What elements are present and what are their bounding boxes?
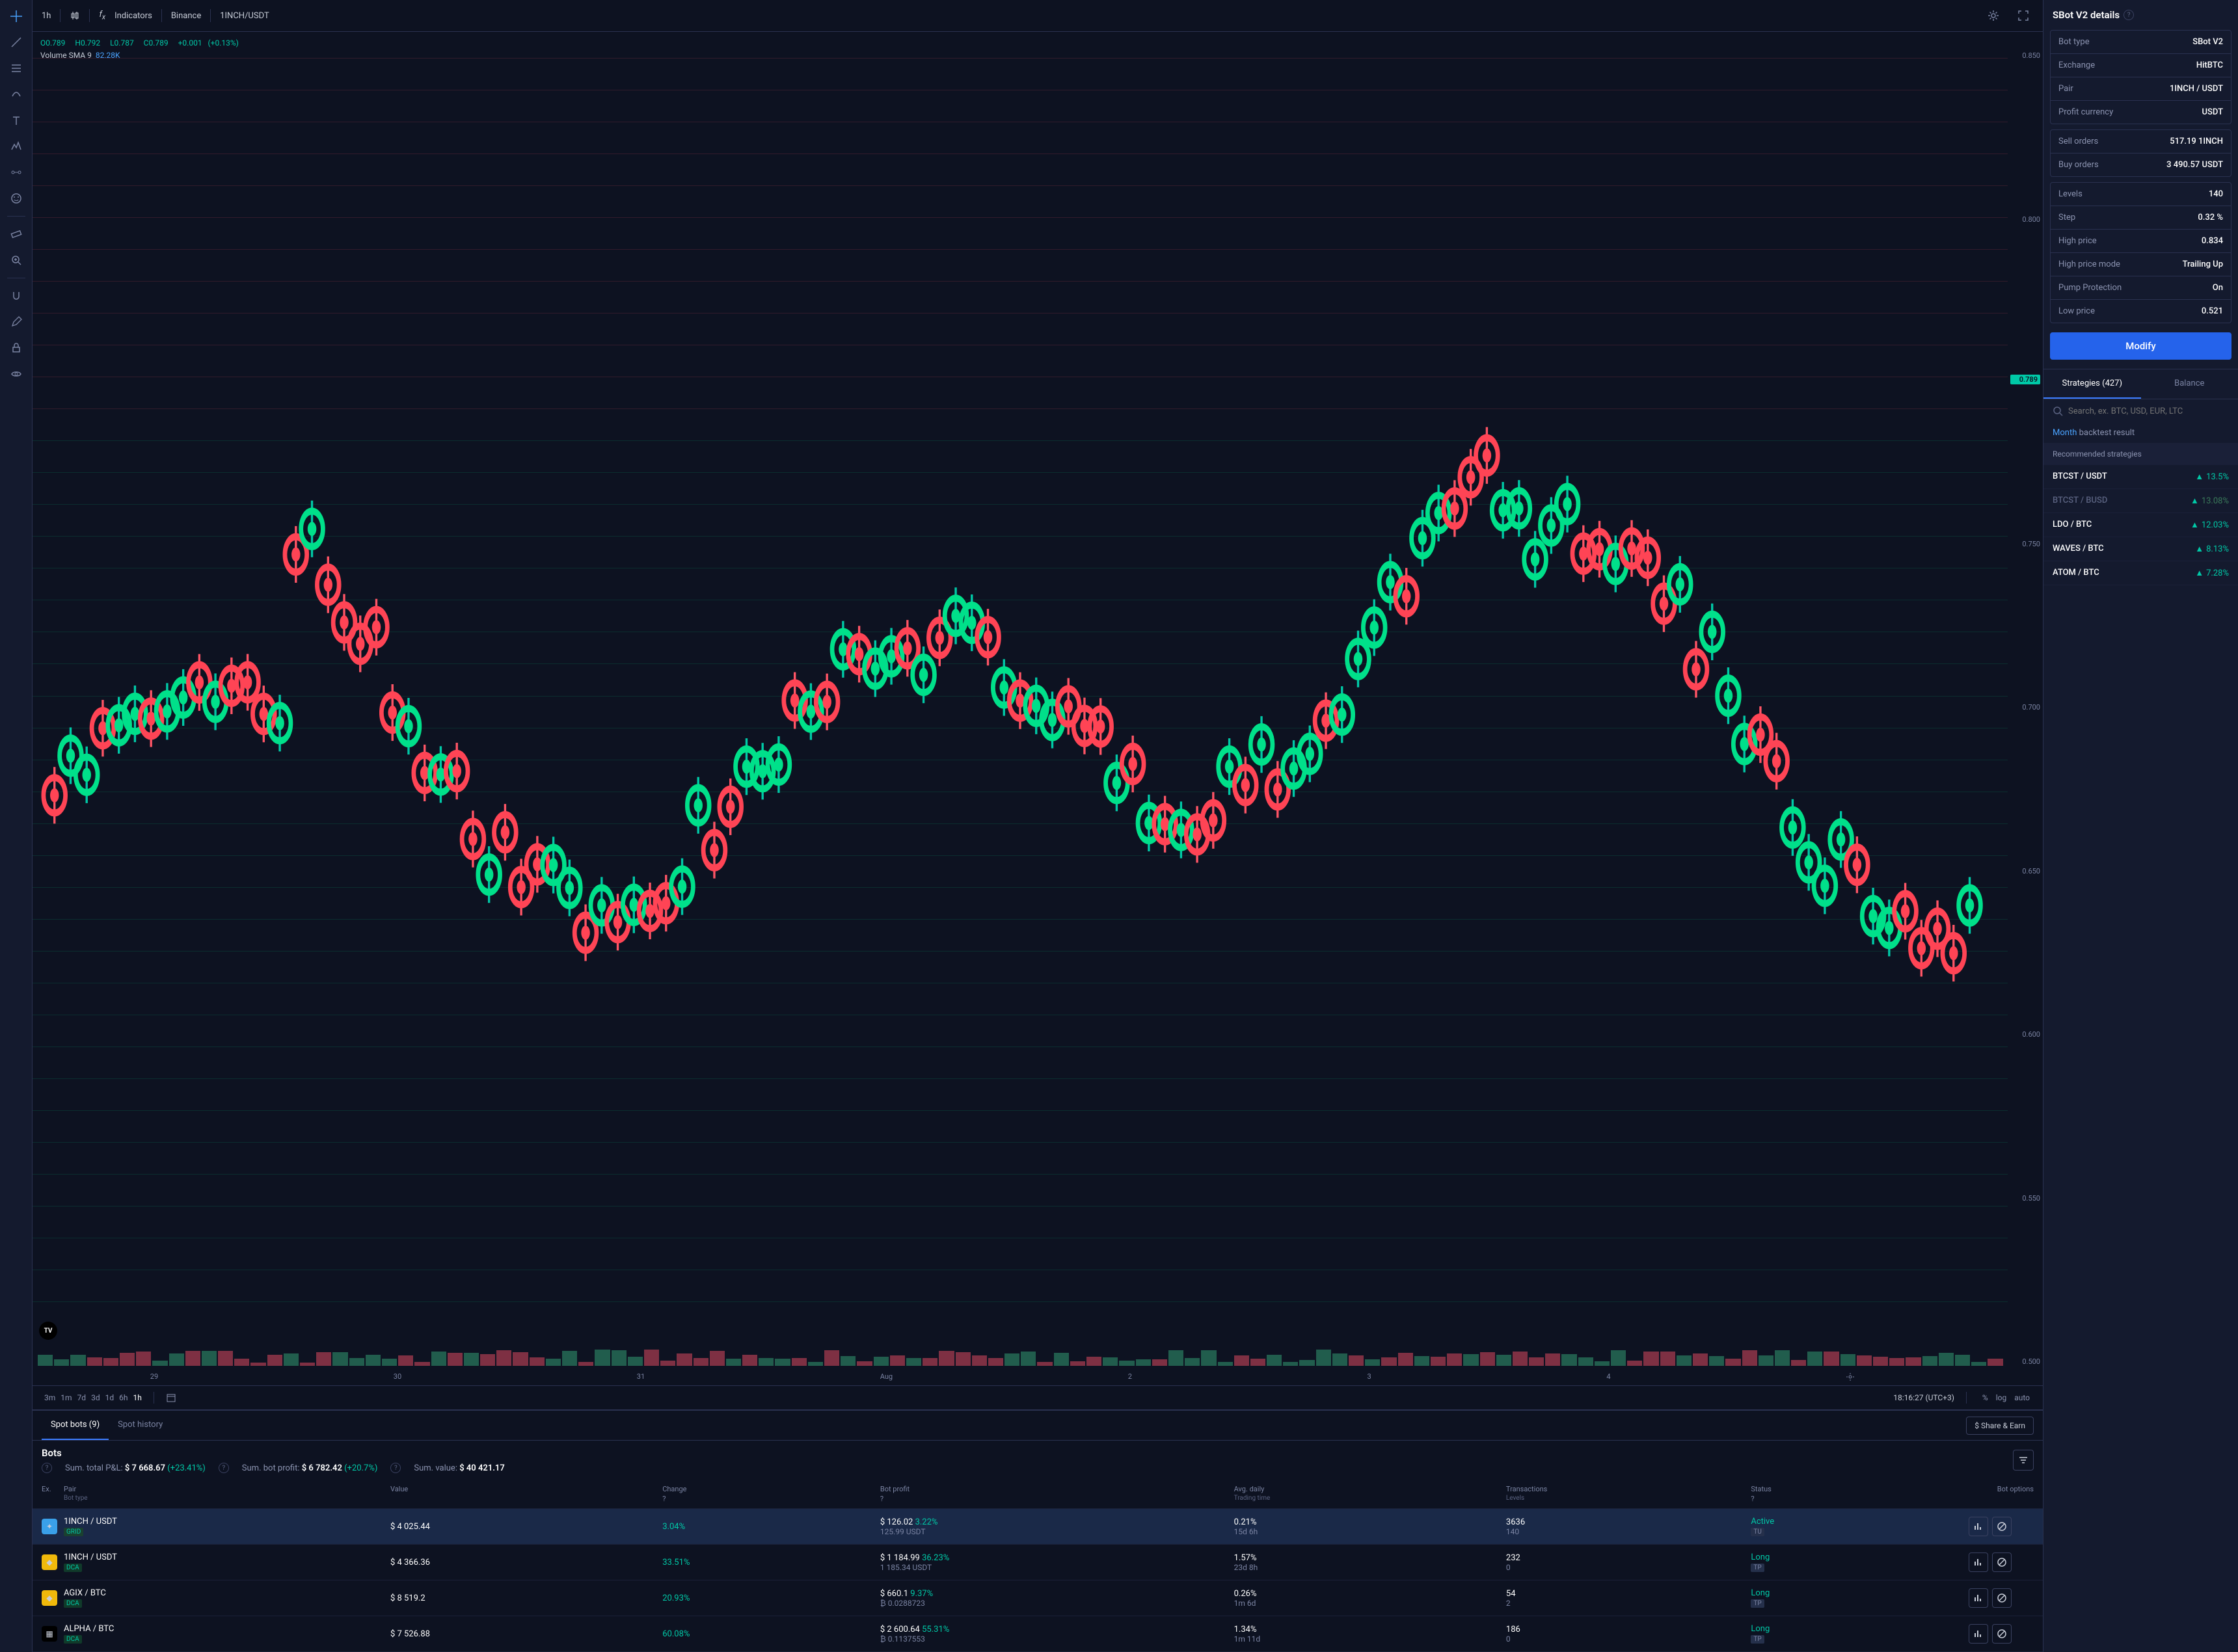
exchange-icon: ◆ [42,1590,57,1606]
detail-row: Levels140 [2051,183,2231,206]
detail-row: Pump ProtectionOn [2051,276,2231,300]
bots-tabs: Spot bots (9) Spot history $ Share & Ear… [33,1411,2043,1441]
strategy-row[interactable]: ATOM / BTC▲ 7.28% [2043,561,2238,585]
exchange-label[interactable]: Binance [171,11,201,21]
chart-area[interactable]: O0.789 H0.792 L0.787 C0.789 +0.001 (+0.1… [33,32,2043,1385]
detail-row: Sell orders517.19 1INCH [2051,130,2231,153]
strategies-search[interactable] [2043,399,2238,423]
candle-type-icon[interactable] [70,10,80,21]
strategy-row[interactable]: BTCST / BUSD▲ 13.08% [2043,489,2238,513]
strategies-heading: Recommended strategies [2043,443,2238,465]
strategy-row[interactable]: WAVES / BTC▲ 8.13% [2043,537,2238,561]
help-icon[interactable]: ? [42,1463,52,1473]
chart-footer: 3m1m7d3d1d6h1h 18:16:27 (UTC+3) % logauto [33,1385,2043,1410]
lock-tool[interactable] [5,337,28,359]
time-axis-settings-icon[interactable] [1846,1372,1855,1381]
detail-row: Low price0.521 [2051,300,2231,323]
chart-header: 1h fx Indicators Binance 1INCH/USDT [33,0,2043,32]
backtest-label: Month backtest result [2043,423,2238,443]
timeframe-selector[interactable]: 1h [42,11,51,21]
timeframe-6h[interactable]: 6h [116,1392,130,1404]
chart-ohlc-info: O0.789 H0.792 L0.787 C0.789 +0.001 (+0.1… [40,37,247,62]
detail-row: High price0.834 [2051,230,2231,253]
bot-chart-button[interactable] [1969,1624,1988,1644]
eye-tool[interactable] [5,363,28,385]
search-icon [2053,406,2063,416]
clock-label: 18:16:27 (UTC+3) [1893,1393,1954,1402]
help-icon[interactable]: ? [219,1463,229,1473]
exchange-icon: ▦ [42,1626,57,1642]
bot-row[interactable]: ◆ AGIX / BTCDCA $ 8 519.2 20.93% $ 660.1… [33,1580,2043,1616]
detail-row: Buy orders3 490.57 USDT [2051,153,2231,176]
strategy-row[interactable]: LDO / BTC▲ 12.03% [2043,513,2238,537]
timeframe-1m[interactable]: 1m [58,1392,74,1404]
settings-icon[interactable] [1983,5,2004,26]
trendline-tool[interactable] [5,31,28,53]
pattern-tool[interactable] [5,135,28,157]
search-input[interactable] [2068,406,2229,416]
scale-opt-log[interactable]: log [1996,1393,2007,1402]
tab-spot-bots[interactable]: Spot bots (9) [42,1411,109,1440]
bot-chart-button[interactable] [1969,1552,1988,1572]
emoji-tool[interactable] [5,187,28,209]
goto-date-icon[interactable] [163,1391,179,1404]
bot-chart-button[interactable] [1969,1588,1988,1608]
edit-tool[interactable] [5,311,28,333]
timeframe-3m[interactable]: 3m [42,1392,58,1404]
ruler-tool[interactable] [5,223,28,245]
bots-table-header: Ex. PairBot type Value Change ? Bot prof… [33,1480,2043,1509]
crosshair-tool[interactable] [5,5,28,27]
detail-row: Pair1INCH / USDT [2051,77,2231,101]
symbol-label[interactable]: 1INCH/USDT [220,11,269,21]
text-tool[interactable] [5,109,28,131]
detail-row: High price modeTrailing Up [2051,253,2231,276]
bot-row[interactable]: ✦ 1INCH / USDTGRID $ 4 025.44 3.04% $ 12… [33,1509,2043,1545]
timeframe-1d[interactable]: 1d [103,1392,117,1404]
bot-stop-button[interactable] [1992,1517,2012,1536]
filter-button[interactable] [2013,1450,2034,1471]
detail-row: Step0.32 % [2051,206,2231,230]
help-icon[interactable]: ? [390,1463,401,1473]
exchange-icon: ✦ [42,1519,57,1534]
bot-stop-button[interactable] [1992,1588,2012,1608]
bots-title: Bots [42,1447,2013,1459]
timeframe-1h[interactable]: 1h [130,1392,144,1404]
bot-stop-button[interactable] [1992,1552,2012,1572]
magnet-tool[interactable] [5,285,28,307]
timeframe-7d[interactable]: 7d [75,1392,89,1404]
bot-stop-button[interactable] [1992,1624,2012,1644]
modify-button[interactable]: Modify [2050,332,2231,360]
bot-row[interactable]: ▦ ALPHA / BTCDCA $ 7 526.88 60.08% $ 2 6… [33,1616,2043,1652]
indicators-button[interactable]: Indicators [115,11,152,21]
time-axis: 293031Aug234 [33,1372,1973,1381]
drawing-tool-rail [0,0,33,1652]
scale-opt-%[interactable]: % [1982,1393,1988,1402]
fib-tool[interactable] [5,57,28,79]
fullscreen-icon[interactable] [2013,5,2034,26]
tab-balance[interactable]: Balance [2141,369,2238,399]
tab-strategies[interactable]: Strategies (427) [2043,369,2141,399]
detail-row: ExchangeHitBTC [2051,54,2231,77]
bot-row[interactable]: ◆ 1INCH / USDTDCA $ 4 366.36 33.51% $ 1 … [33,1545,2043,1580]
tradingview-logo: TV [39,1322,57,1340]
bot-chart-button[interactable] [1969,1517,1988,1536]
detail-row: Profit currencyUSDT [2051,101,2231,124]
prediction-tool[interactable] [5,161,28,183]
detail-row: Bot typeSBot V2 [2051,31,2231,54]
strategy-row[interactable]: BTCST / USDT▲ 13.5% [2043,465,2238,489]
strategies-tabs: Strategies (427) Balance [2043,369,2238,399]
scale-opt-auto[interactable]: auto [2014,1393,2030,1402]
price-axis[interactable]: 0.8500.8000.7890.7500.7000.6500.6000.550… [2008,32,2043,1385]
zoom-tool[interactable] [5,249,28,271]
bots-summary: Bots ? Sum. total P&L: $ 7 668.67 (+23.4… [33,1441,2043,1480]
brush-tool[interactable] [5,83,28,105]
timeframe-3d[interactable]: 3d [88,1392,103,1404]
details-panel-title: SBot V2 details ? [2043,0,2238,30]
fx-icon[interactable]: fx [99,10,105,21]
exchange-icon: ◆ [42,1554,57,1570]
help-icon[interactable]: ? [2123,10,2134,20]
tab-spot-history[interactable]: Spot history [109,1411,172,1440]
share-earn-button[interactable]: $ Share & Earn [1966,1417,2034,1435]
